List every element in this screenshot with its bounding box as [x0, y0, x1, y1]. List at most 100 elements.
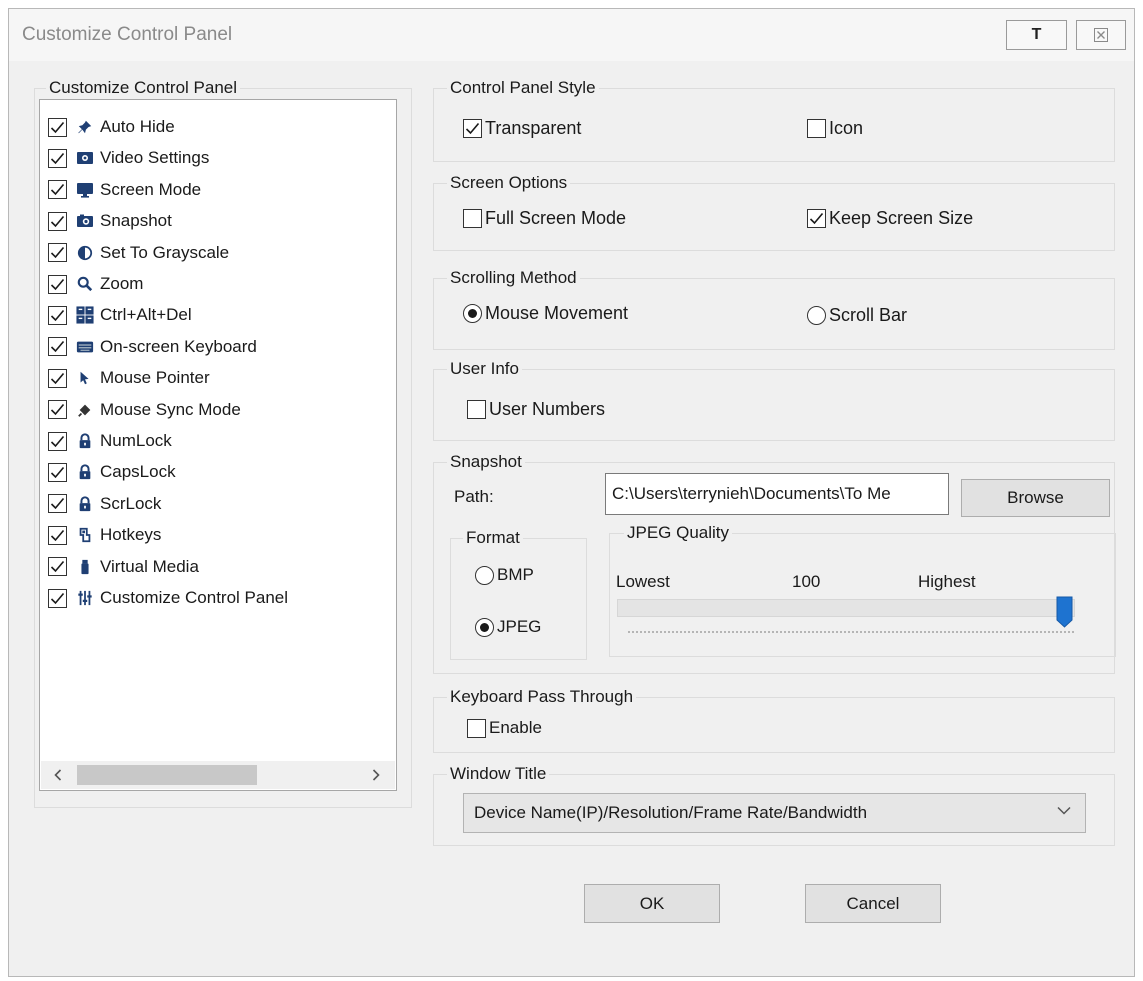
radio-circle[interactable]	[463, 304, 482, 323]
checkbox-box[interactable]	[807, 209, 826, 228]
icon-checkbox[interactable]: Icon	[807, 118, 863, 139]
list-item[interactable]: Zoom	[48, 270, 143, 298]
enable-checkbox[interactable]: Enable	[467, 718, 542, 738]
bmp-label: BMP	[497, 565, 534, 584]
checkbox-box[interactable]	[463, 119, 482, 138]
list-item[interactable]: Screen Mode	[48, 176, 201, 204]
contrast-icon	[76, 244, 94, 262]
list-item[interactable]: Snapshot	[48, 207, 172, 235]
checkbox-box[interactable]	[467, 718, 486, 738]
checkbox-box[interactable]	[48, 368, 67, 388]
scroll-right-arrow[interactable]	[363, 761, 389, 789]
jpeg-radio[interactable]: JPEG	[475, 617, 541, 637]
list-item[interactable]: Customize Control Panel	[48, 584, 288, 612]
snapshot-path-input[interactable]	[605, 473, 949, 515]
list-item[interactable]: Video Settings	[48, 144, 209, 172]
keyboard-pass-through-label: Keyboard Pass Through	[447, 687, 637, 707]
list-item[interactable]: Hotkeys	[48, 521, 161, 549]
jpeg-quality-group	[609, 533, 1116, 657]
checkmark-icon	[50, 152, 65, 165]
list-item-label: Set To Grayscale	[100, 242, 230, 262]
list-item-label: Auto Hide	[100, 117, 175, 136]
title-bar[interactable]: Customize Control Panel T	[9, 9, 1134, 61]
slider-thumb[interactable]	[1056, 596, 1073, 628]
checkmark-icon	[50, 404, 65, 416]
list-item[interactable]: NumLock	[48, 427, 172, 455]
list-item[interactable]: ScrLock	[48, 490, 161, 518]
list-item[interactable]: Mouse Pointer	[48, 364, 210, 392]
list-item-label: Mouse Pointer	[100, 368, 210, 388]
checkbox-box[interactable]	[48, 462, 67, 482]
user-info-label: User Info	[447, 359, 522, 379]
user-numbers-checkbox[interactable]: User Numbers	[467, 399, 605, 420]
transparent-checkbox[interactable]: Transparent	[463, 118, 581, 139]
checkbox-box[interactable]	[48, 243, 67, 263]
checkbox-box[interactable]	[48, 117, 67, 137]
cancel-button[interactable]: Cancel	[805, 884, 941, 923]
full-screen-checkbox[interactable]: Full Screen Mode	[463, 208, 626, 229]
radio-circle[interactable]	[475, 617, 494, 637]
checkbox-box[interactable]	[807, 119, 826, 138]
ok-button[interactable]: OK	[584, 884, 720, 923]
checkmark-icon	[50, 592, 65, 604]
topmost-button[interactable]: T	[1006, 20, 1067, 50]
browse-button[interactable]: Browse	[961, 479, 1110, 517]
list-item[interactable]: CapsLock	[48, 458, 176, 486]
checkbox-box[interactable]	[48, 525, 67, 545]
scrolling-method-label: Scrolling Method	[447, 268, 580, 288]
scroll-left-arrow[interactable]	[45, 761, 71, 789]
sliders-icon	[76, 589, 94, 607]
video-settings-icon	[76, 149, 94, 167]
list-item-label: ScrLock	[100, 493, 162, 513]
bmp-radio[interactable]: BMP	[475, 565, 534, 585]
checkbox-box[interactable]	[48, 337, 67, 357]
list-item-label: Hotkeys	[100, 525, 162, 545]
checkbox-box[interactable]	[48, 211, 67, 231]
mouse-movement-radio[interactable]: Mouse Movement	[463, 303, 628, 324]
checkbox-box[interactable]	[48, 494, 67, 514]
close-button[interactable]	[1076, 20, 1126, 50]
checkmark-icon	[50, 247, 65, 259]
scrollbar-thumb[interactable]	[77, 765, 257, 785]
window-title-group-label: Window Title	[447, 764, 550, 784]
scroll-bar-radio[interactable]: Scroll Bar	[807, 305, 907, 326]
horizontal-scrollbar[interactable]	[41, 761, 395, 789]
checkbox-box[interactable]	[48, 305, 67, 325]
checkbox-box[interactable]	[48, 274, 67, 294]
radio-circle[interactable]	[475, 565, 494, 585]
screen-options-label: Screen Options	[447, 173, 571, 193]
list-item-label: Zoom	[100, 274, 144, 293]
format-group	[450, 538, 587, 660]
list-item[interactable]: Virtual Media	[48, 553, 199, 581]
list-item-label: Customize Control Panel	[100, 588, 289, 607]
window-title-dropdown[interactable]: Device Name(IP)/Resolution/Frame Rate/Ba…	[463, 793, 1086, 833]
checkbox-box[interactable]	[463, 209, 482, 228]
list-item-label: Ctrl+Alt+Del	[100, 305, 192, 325]
checkbox-box[interactable]	[48, 400, 67, 420]
checkmark-icon	[809, 212, 824, 225]
checkmark-icon	[50, 309, 65, 322]
pin-icon	[76, 118, 94, 136]
jpeg-quality-label: JPEG Quality	[624, 523, 733, 543]
checkbox-box[interactable]	[48, 148, 67, 168]
customize-list[interactable]: Auto Hide Video Settings Screen Mode Snapsh…	[39, 99, 397, 791]
quality-value-label: 100	[792, 572, 821, 591]
keep-screen-size-checkbox[interactable]: Keep Screen Size	[807, 208, 973, 229]
list-item[interactable]: Ctrl+Alt+Del	[48, 301, 192, 329]
checkbox-box[interactable]	[48, 431, 67, 451]
list-item[interactable]: Set To Grayscale	[48, 239, 229, 267]
list-item[interactable]: Mouse Sync Mode	[48, 396, 241, 424]
list-item[interactable]: Auto Hide	[48, 113, 175, 141]
checkbox-box[interactable]	[48, 588, 67, 608]
monitor-icon	[76, 181, 94, 199]
radio-circle[interactable]	[807, 306, 826, 325]
jpeg-quality-slider[interactable]	[617, 599, 1075, 617]
hotkeys-icon	[76, 526, 94, 544]
checkbox-box[interactable]	[48, 180, 67, 200]
chevron-right-icon	[372, 769, 380, 781]
list-item[interactable]: On-screen Keyboard	[48, 333, 257, 361]
lock-icon	[76, 495, 94, 513]
checkbox-box[interactable]	[48, 557, 67, 577]
checkbox-box[interactable]	[467, 400, 486, 419]
customize-group-label: Customize Control Panel	[46, 78, 241, 98]
